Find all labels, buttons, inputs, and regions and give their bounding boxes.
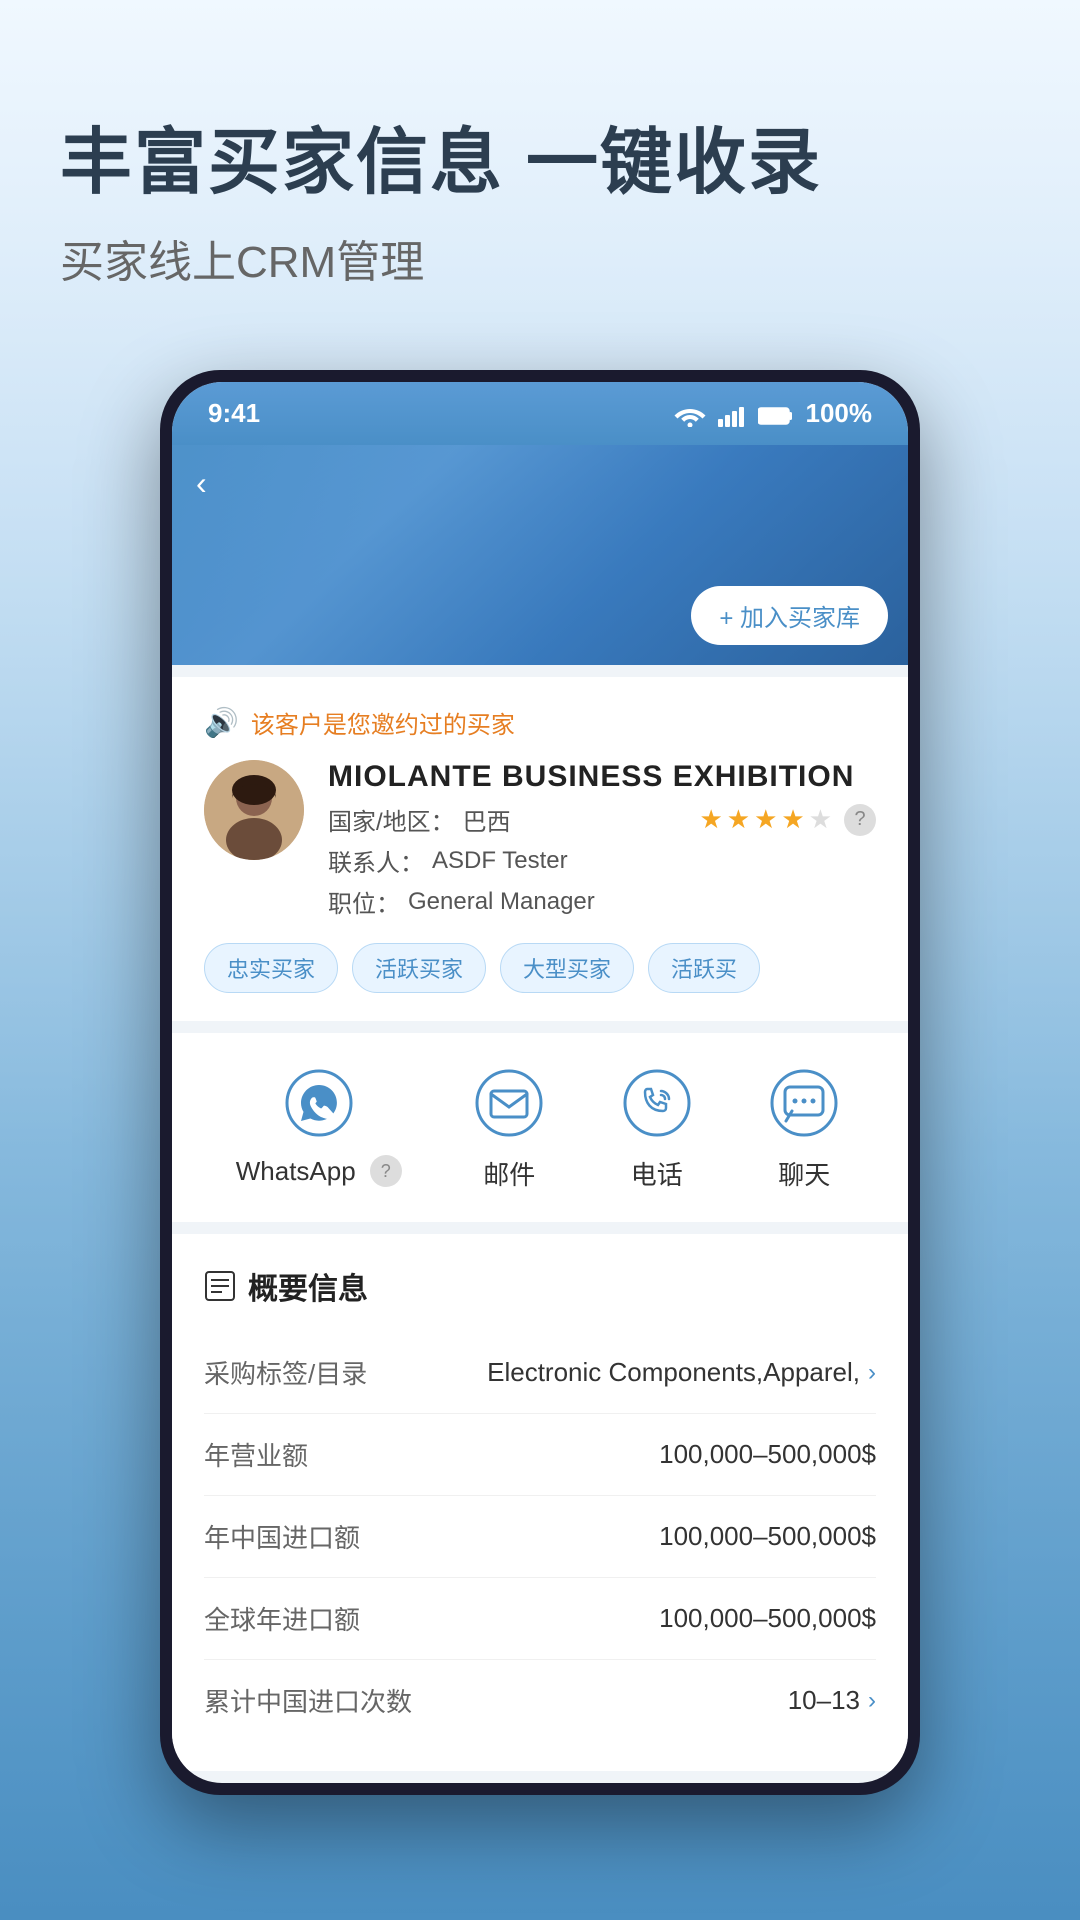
- email-icon: [469, 1063, 549, 1143]
- position-row: 职位： General Manager: [328, 884, 876, 919]
- info-value-china-import: 100,000–500,000$: [659, 1521, 876, 1552]
- chevron-icon: ›: [868, 1359, 876, 1387]
- wifi-icon: [674, 398, 706, 429]
- speaker-icon: 🔊: [204, 706, 239, 739]
- tags-row: 忠实买家 活跃买家 大型买家 活跃买: [204, 943, 876, 993]
- info-value-tags: Electronic Components,Apparel, ›: [487, 1357, 876, 1388]
- position-value: General Manager: [408, 888, 595, 916]
- rating-help-icon[interactable]: ?: [844, 804, 876, 836]
- notice-text: 该客户是您邀约过的买家: [251, 705, 515, 740]
- phone-label: 电话: [631, 1155, 683, 1192]
- contact-label: 联系人：: [328, 843, 424, 878]
- contact-phone[interactable]: 电话: [617, 1063, 697, 1192]
- section-title-text: 概要信息: [248, 1264, 368, 1308]
- tag-loyal: 忠实买家: [204, 943, 338, 993]
- contact-value: ASDF Tester: [432, 847, 568, 875]
- contact-email[interactable]: 邮件: [469, 1063, 549, 1192]
- status-bar: 9:41: [172, 382, 908, 445]
- phone-mockup: 9:41: [60, 370, 1020, 1795]
- whatsapp-label: WhatsApp ?: [236, 1155, 402, 1187]
- status-icons: 100%: [674, 398, 873, 429]
- country-row: 国家/地区： 巴西 ★ ★ ★ ★ ★ ?: [328, 802, 876, 837]
- back-button[interactable]: ‹: [196, 465, 207, 502]
- star-rating: ★ ★ ★ ★ ★ ?: [699, 804, 876, 836]
- star-3: ★: [754, 804, 777, 835]
- star-2: ★: [727, 804, 750, 835]
- contact-chat[interactable]: 聊天: [764, 1063, 844, 1192]
- star-1: ★: [699, 804, 722, 835]
- tag-active2: 活跃买: [648, 943, 760, 993]
- info-label-revenue: 年营业额: [204, 1436, 308, 1473]
- company-name: MIOLANTE BUSINESS EXHIBITION: [328, 760, 854, 794]
- info-item-revenue: 年营业额 100,000–500,000$: [204, 1414, 876, 1496]
- customer-card: 🔊 该客户是您邀约过的买家: [172, 677, 908, 1021]
- add-buyer-button[interactable]: + 加入买家库: [691, 586, 888, 645]
- info-label-import-count: 累计中国进口次数: [204, 1682, 412, 1719]
- info-item-tags[interactable]: 采购标签/目录 Electronic Components,Apparel, ›: [204, 1332, 876, 1414]
- battery-percent: 100%: [806, 398, 873, 429]
- signal-icon: [718, 398, 746, 429]
- section-title: 概要信息: [204, 1264, 876, 1308]
- email-label: 邮件: [483, 1155, 535, 1192]
- customer-notice: 🔊 该客户是您邀约过的买家: [204, 705, 876, 740]
- tag-active: 活跃买家: [352, 943, 486, 993]
- whatsapp-help-icon[interactable]: ?: [370, 1155, 402, 1187]
- info-value-revenue: 100,000–500,000$: [659, 1439, 876, 1470]
- status-time: 9:41: [208, 398, 260, 429]
- avatar: [204, 760, 304, 860]
- phone-hero: ‹ + 加入买家库: [172, 445, 908, 665]
- battery-icon: [758, 398, 794, 429]
- contact-card: WhatsApp ?: [172, 1033, 908, 1222]
- star-4: ★: [781, 804, 804, 835]
- star-5: ★: [809, 804, 832, 835]
- contact-row: 联系人： ASDF Tester: [328, 843, 876, 878]
- info-item-import-count[interactable]: 累计中国进口次数 10–13 ›: [204, 1660, 876, 1741]
- contact-whatsapp[interactable]: WhatsApp ?: [236, 1063, 402, 1192]
- whatsapp-icon: [279, 1063, 359, 1143]
- customer-info: MIOLANTE BUSINESS EXHIBITION 国家/地区： 巴西 ★…: [204, 760, 876, 925]
- info-label-china-import: 年中国进口额: [204, 1518, 360, 1555]
- country-label: 国家/地区：: [328, 802, 455, 837]
- position-label: 职位：: [328, 884, 400, 919]
- phone-screen: 9:41: [172, 382, 908, 1783]
- headline: 丰富买家信息 一键收录: [60, 120, 1020, 206]
- chat-icon: [764, 1063, 844, 1143]
- add-buyer-label: + 加入买家库: [719, 598, 860, 633]
- phone-icon: [617, 1063, 697, 1143]
- contact-actions: WhatsApp ?: [202, 1063, 878, 1192]
- info-card: 概要信息 采购标签/目录 Electronic Components,Appar…: [172, 1234, 908, 1771]
- info-item-global-import: 全球年进口额 100,000–500,000$: [204, 1578, 876, 1660]
- subtitle: 买家线上CRM管理: [60, 226, 1020, 290]
- info-value-global-import: 100,000–500,000$: [659, 1603, 876, 1634]
- country-value: 巴西: [463, 802, 511, 837]
- info-label-tags: 采购标签/目录: [204, 1354, 367, 1391]
- info-value-import-count: 10–13 ›: [788, 1685, 876, 1716]
- info-label-global-import: 全球年进口额: [204, 1600, 360, 1637]
- tag-large: 大型买家: [500, 943, 634, 993]
- info-item-china-import: 年中国进口额 100,000–500,000$: [204, 1496, 876, 1578]
- customer-details: MIOLANTE BUSINESS EXHIBITION 国家/地区： 巴西 ★…: [328, 760, 876, 925]
- chat-label: 聊天: [778, 1155, 830, 1192]
- phone-frame: 9:41: [160, 370, 920, 1795]
- chevron-icon-2: ›: [868, 1687, 876, 1715]
